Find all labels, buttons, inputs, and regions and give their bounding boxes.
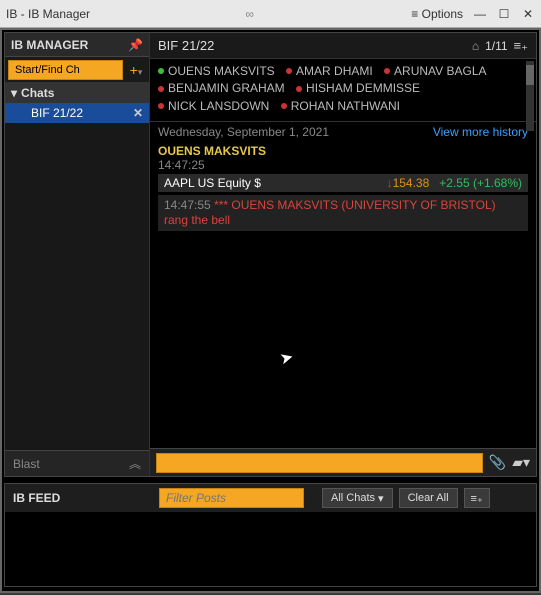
message-input-row: 📎 ▰▾ (150, 448, 536, 476)
status-dot-online (158, 68, 164, 74)
options-menu[interactable]: ≡ Options (411, 7, 463, 21)
chat-title: BIF 21/22 (158, 38, 214, 53)
ib-feed-panel: IB FEED All Chats▾ Clear All ≡₊ (4, 483, 537, 587)
status-dot-offline (158, 86, 164, 92)
feed-menu-icon[interactable]: ≡₊ (464, 488, 490, 508)
ticker-change: +2.55 (+1.68%) (439, 176, 522, 190)
participant[interactable]: NICK LANSDOWN (158, 98, 269, 115)
participants-row: OUENS MAKSVITS AMAR DHAMI ARUNAV BAGLA B… (150, 59, 536, 122)
bell-time: 14:47:55 (164, 198, 211, 212)
chat-close-icon[interactable]: ✕ (133, 106, 143, 120)
participant[interactable]: AMAR DHAMI (286, 63, 373, 80)
message-input[interactable] (156, 453, 483, 473)
chat-item-label: BIF 21/22 (31, 106, 83, 120)
status-dot-offline (296, 86, 302, 92)
add-button[interactable]: +▾ (126, 62, 146, 78)
participant[interactable]: ROHAN NATHWANI (281, 98, 400, 115)
chat-item-active[interactable]: BIF 21/22 ✕ (5, 103, 149, 123)
date-bar: Wednesday, September 1, 2021 View more h… (150, 122, 536, 142)
chat-menu-icon[interactable]: ≡₊ (514, 38, 528, 54)
filter-posts-input[interactable] (159, 488, 304, 508)
status-dot-offline (281, 103, 287, 109)
minimize-button[interactable]: — (473, 7, 487, 21)
message-sender: OUENS MAKSVITS (158, 144, 528, 158)
caret-down-icon: ▾ (11, 86, 17, 100)
feed-header: IB FEED All Chats▾ Clear All ≡₊ (5, 484, 536, 512)
attach-icon[interactable]: 📎 (489, 454, 506, 471)
sidebar-title: IB MANAGER (11, 38, 88, 52)
ticker-price: ↓154.38 (387, 176, 430, 190)
participant[interactable]: ARUNAV BAGLA (384, 63, 486, 80)
window-titlebar: IB - IB Manager ∞ ≡ Options — ☐ ✕ (0, 0, 541, 28)
sidebar-header: IB MANAGER 📌 (5, 33, 149, 57)
close-button[interactable]: ✕ (521, 7, 535, 21)
send-icon[interactable]: ▰▾ (512, 454, 530, 471)
view-history-link[interactable]: View more history (433, 125, 528, 139)
chats-tree-header[interactable]: ▾Chats (5, 83, 149, 103)
status-dot-offline (286, 68, 292, 74)
titlebar-center: ∞ (90, 7, 411, 21)
status-dot-offline (158, 103, 164, 109)
participant-counter[interactable]: ⌂ 1/11 (472, 39, 508, 53)
pin-icon[interactable]: 📌 (128, 38, 143, 52)
scrollbar-thumb[interactable] (526, 65, 534, 85)
window-title: IB - IB Manager (6, 7, 90, 21)
status-dot-offline (384, 68, 390, 74)
bell-icon: ⌂ (472, 39, 479, 53)
message-area: OUENS MAKSVITS 14:47:25 AAPL US Equity $… (150, 142, 536, 449)
sidebar-spacer (5, 123, 149, 450)
ticker-row[interactable]: AAPL US Equity $ ↓154.38 +2.55 (+1.68%) (158, 174, 528, 192)
bell-event-row: 14:47:55 *** OUENS MAKSVITS (UNIVERSITY … (158, 195, 528, 231)
participant[interactable]: BENJAMIN GRAHAM (158, 80, 285, 97)
message-time: 14:47:25 (158, 158, 528, 172)
bell-text: *** OUENS MAKSVITS (UNIVERSITY OF BRISTO… (164, 198, 496, 227)
scrollbar[interactable] (526, 61, 534, 131)
participant[interactable]: OUENS MAKSVITS (158, 63, 275, 80)
chevron-down-icon: ▾ (378, 492, 384, 505)
date-label: Wednesday, September 1, 2021 (158, 125, 329, 139)
maximize-button[interactable]: ☐ (497, 7, 511, 21)
chat-panel: BIF 21/22 ⌂ 1/11 ≡₊ OUENS MAKSVITS AMAR … (150, 33, 536, 476)
feed-body (5, 512, 536, 586)
all-chats-dropdown[interactable]: All Chats▾ (322, 488, 393, 508)
participant[interactable]: HISHAM DEMMISSE (296, 80, 420, 97)
chevron-up-icon: ︽ (129, 455, 141, 472)
sidebar: IB MANAGER 📌 Start/Find Ch +▾ ▾Chats BIF… (5, 33, 150, 476)
blast-label: Blast (13, 457, 40, 471)
blast-row[interactable]: Blast ︽ (5, 450, 149, 476)
chat-header: BIF 21/22 ⌂ 1/11 ≡₊ (150, 33, 536, 59)
feed-title: IB FEED (13, 491, 153, 505)
ticker-symbol: AAPL US Equity $ (164, 176, 261, 190)
clear-all-button[interactable]: Clear All (399, 488, 458, 508)
start-find-button[interactable]: Start/Find Ch (8, 60, 123, 80)
